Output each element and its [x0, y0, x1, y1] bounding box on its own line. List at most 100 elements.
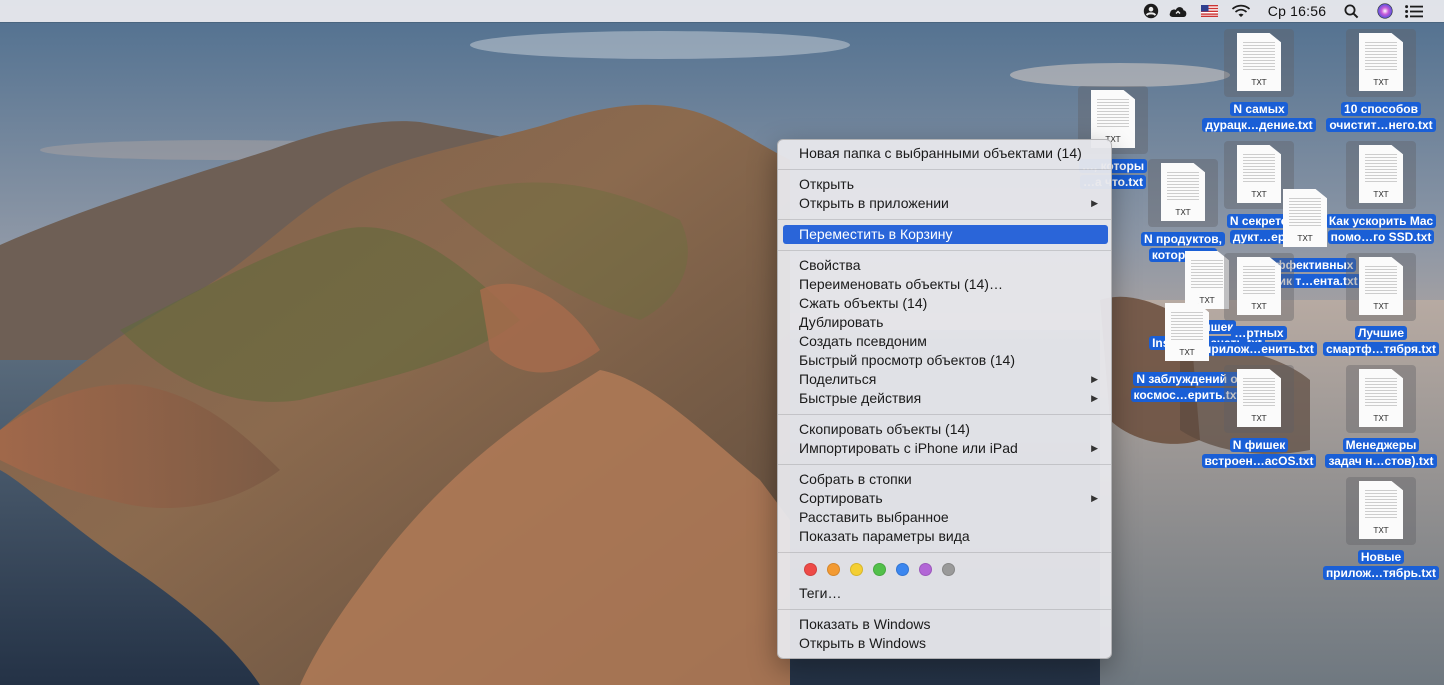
tag-gray[interactable]: [942, 563, 955, 576]
menu-item-clean-up[interactable]: Расставить выбранное: [783, 508, 1108, 527]
menu-separator: [778, 219, 1111, 220]
desktop-file[interactable]: TXT Менеджеры задач н…стов).txt: [1319, 365, 1443, 475]
menu-item-label: Расставить выбранное: [799, 509, 949, 525]
desktop-file[interactable]: TXT N самых дурацк…дение.txt: [1197, 29, 1321, 139]
file-name-label: N самых дурацк…дение.txt: [1197, 101, 1321, 133]
file-ext-label: TXT: [1373, 414, 1389, 423]
menu-separator: [778, 169, 1111, 170]
menu-separator: [778, 250, 1111, 251]
menu-item-label: Сортировать: [799, 490, 883, 506]
menu-item-open-in-windows[interactable]: Открыть в Windows: [783, 634, 1108, 653]
menu-item-tags[interactable]: Теги…: [783, 584, 1108, 603]
menu-item-quick-actions[interactable]: Быстрые действия ▶: [783, 389, 1108, 408]
menu-item-label: Сжать объекты (14): [799, 295, 928, 311]
menu-item-copy[interactable]: Скопировать объекты (14): [783, 420, 1108, 439]
text-lines: [1365, 490, 1397, 520]
menu-bar: Ср 16:56: [0, 0, 1444, 22]
file-name-label: Лучшие смартф…тября.txt: [1319, 325, 1443, 357]
file-name-line2: прилож…тябрь.txt: [1322, 566, 1440, 580]
text-lines: [1365, 378, 1397, 408]
submenu-arrow-icon: ▶: [1091, 493, 1098, 503]
menu-item-label: Скопировать объекты (14): [799, 421, 970, 437]
cloud-icon[interactable]: [1167, 0, 1189, 22]
menu-item-label: Поделиться: [799, 371, 877, 387]
file-name-label: Новые прилож…тябрь.txt: [1319, 549, 1443, 581]
menu-item-label: Показать в Windows: [799, 616, 931, 632]
text-lines: [1243, 266, 1275, 296]
notification-center-icon[interactable]: [1403, 0, 1425, 22]
menu-item-duplicate[interactable]: Дублировать: [783, 313, 1108, 332]
menu-item-import-iphone[interactable]: Импортировать с iPhone или iPad ▶: [783, 439, 1108, 458]
txt-file-icon: TXT: [1165, 303, 1209, 361]
file-name-label: Менеджеры задач н…стов).txt: [1319, 437, 1443, 469]
tag-colors-row: [804, 563, 955, 576]
txt-file-icon: TXT: [1283, 189, 1327, 247]
text-lines: [1365, 266, 1397, 296]
menu-item-label: Переместить в Корзину: [799, 226, 953, 242]
menu-item-quick-look[interactable]: Быстрый просмотр объектов (14): [783, 351, 1108, 370]
submenu-arrow-icon: ▶: [1091, 443, 1098, 453]
menu-item-label: Открыть в приложении: [799, 195, 949, 211]
menu-item-share[interactable]: Поделиться ▶: [783, 370, 1108, 389]
tag-purple[interactable]: [919, 563, 932, 576]
tag-yellow[interactable]: [850, 563, 863, 576]
file-ext-label: TXT: [1373, 526, 1389, 535]
menu-item-make-alias[interactable]: Создать псевдоним: [783, 332, 1108, 351]
menu-item-label: Новая папка с выбранными объектами (14): [799, 145, 1082, 161]
menu-item-new-folder[interactable]: Новая папка с выбранными объектами (14): [783, 144, 1108, 163]
tag-green[interactable]: [873, 563, 886, 576]
clock-text: Ср 16:56: [1267, 3, 1327, 19]
txt-file-icon: TXT: [1237, 33, 1281, 91]
menu-item-sort-by[interactable]: Сортировать ▶: [783, 489, 1108, 508]
file-ext-label: TXT: [1373, 302, 1389, 311]
text-lines: [1243, 154, 1275, 184]
text-lines: [1365, 42, 1397, 72]
menu-item-get-info[interactable]: Свойства: [783, 256, 1108, 275]
menu-item-label: Показать параметры вида: [799, 528, 970, 544]
submenu-arrow-icon: ▶: [1091, 393, 1098, 403]
menu-item-label: Собрать в стопки: [799, 471, 912, 487]
menu-item-use-stacks[interactable]: Собрать в стопки: [783, 470, 1108, 489]
spotlight-icon[interactable]: [1342, 0, 1360, 22]
desktop-file[interactable]: TXT N фишек встроен…acOS.txt: [1197, 365, 1321, 475]
menu-item-move-to-trash[interactable]: Переместить в Корзину: [783, 225, 1108, 244]
menu-item-view-options[interactable]: Показать параметры вида: [783, 527, 1108, 546]
text-lines: [1365, 154, 1397, 184]
menu-separator: [778, 552, 1111, 553]
user-icon[interactable]: [1142, 0, 1160, 22]
desktop-file[interactable]: TXT Новые прилож…тябрь.txt: [1319, 477, 1443, 587]
menu-item-open[interactable]: Открыть: [783, 175, 1108, 194]
menu-item-label: Теги…: [799, 585, 842, 601]
file-name-line2: задач н…стов).txt: [1325, 454, 1437, 468]
file-name-line1: Менеджеры: [1342, 438, 1420, 452]
text-lines: [1289, 198, 1321, 228]
submenu-arrow-icon: ▶: [1091, 198, 1098, 208]
us-flag-icon[interactable]: [1199, 0, 1219, 22]
menu-item-label: Создать псевдоним: [799, 333, 927, 349]
tag-blue[interactable]: [896, 563, 909, 576]
text-lines: [1243, 378, 1275, 408]
menu-item-rename[interactable]: Переименовать объекты (14)…: [783, 275, 1108, 294]
menu-separator: [778, 609, 1111, 610]
menu-item-label: Импортировать с iPhone или iPad: [799, 440, 1018, 456]
file-ext-label: TXT: [1297, 234, 1313, 243]
text-lines: [1243, 42, 1275, 72]
tag-orange[interactable]: [827, 563, 840, 576]
file-ext-label: TXT: [1251, 78, 1267, 87]
text-lines: [1167, 172, 1199, 202]
desktop-file[interactable]: TXT 10 способов очистит…него.txt: [1319, 29, 1443, 139]
text-lines: [1171, 312, 1203, 342]
file-name-label: N фишек встроен…acOS.txt: [1197, 437, 1321, 469]
file-ext-label: TXT: [1175, 208, 1191, 217]
tag-red[interactable]: [804, 563, 817, 576]
menubar-clock[interactable]: Ср 16:56: [1263, 0, 1331, 22]
wifi-icon[interactable]: [1229, 0, 1253, 22]
file-name-line1: N самых: [1230, 102, 1288, 116]
menu-item-show-in-windows[interactable]: Показать в Windows: [783, 615, 1108, 634]
file-name-line1: N продуктов,: [1141, 232, 1225, 246]
context-menu: Новая папка с выбранными объектами (14) …: [777, 139, 1112, 659]
menu-item-compress[interactable]: Сжать объекты (14): [783, 294, 1108, 313]
desktop-file[interactable]: TXT Лучшие смартф…тября.txt: [1319, 253, 1443, 363]
siri-icon[interactable]: [1375, 0, 1395, 22]
menu-item-open-with[interactable]: Открыть в приложении ▶: [783, 194, 1108, 213]
